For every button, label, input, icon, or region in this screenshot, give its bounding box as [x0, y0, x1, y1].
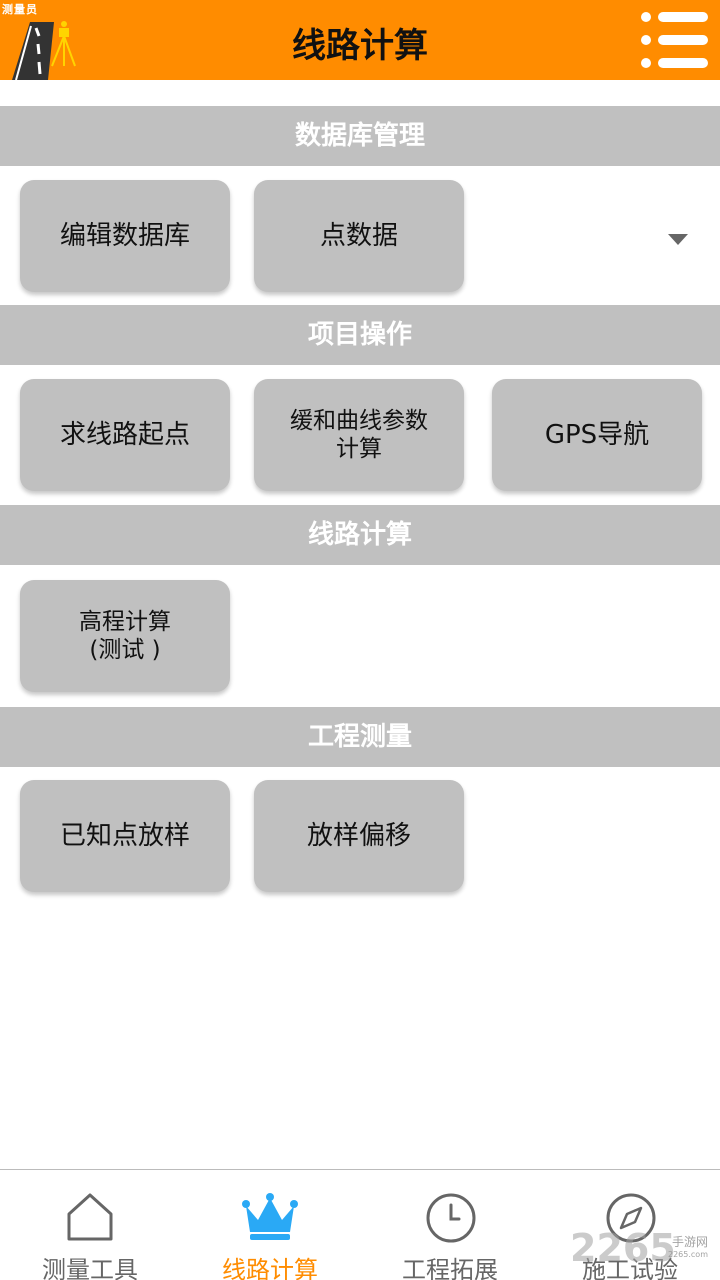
clock-icon	[426, 1193, 476, 1243]
button-label: 点数据	[319, 221, 398, 251]
edit-database-button[interactable]: 编辑数据库	[20, 180, 230, 292]
menu-icon[interactable]	[638, 10, 712, 70]
nav-label: 工程拓展	[402, 1256, 498, 1280]
logo-caption: 测量员	[2, 3, 38, 16]
elevation-calc-button[interactable]: 高程计算 (测试 )	[20, 580, 230, 692]
stakeout-offset-button[interactable]: 放样偏移	[254, 780, 464, 892]
gps-navigation-button[interactable]: GPS导航	[492, 379, 702, 491]
button-label-line2: (测试 )	[89, 637, 161, 663]
section-header-route-calc: 线路计算	[0, 505, 720, 565]
button-label-line1: 缓和曲线参数	[290, 408, 428, 434]
point-data-button[interactable]: 点数据	[254, 180, 464, 292]
watermark-logo: 2265	[570, 1226, 676, 1270]
button-label: 放样偏移	[306, 821, 411, 851]
home-icon	[67, 1193, 113, 1241]
nav-tab-engineering-ext[interactable]: 工程拓展	[360, 1170, 540, 1280]
nav-label: 测量工具	[42, 1256, 138, 1280]
route-start-button[interactable]: 求线路起点	[20, 379, 230, 491]
nav-tab-survey-tools[interactable]: 测量工具	[0, 1170, 180, 1280]
button-label: 已知点放样	[59, 821, 190, 851]
top-app-bar: 测量员 线路计算	[0, 0, 720, 81]
crown-icon	[242, 1193, 298, 1240]
watermark-url: 2265.com	[668, 1250, 708, 1259]
button-label-line1: 高程计算	[79, 609, 171, 635]
button-label: 编辑数据库	[59, 221, 190, 251]
nav-tab-route-calc[interactable]: 线路计算	[180, 1170, 360, 1280]
nav-label: 线路计算	[222, 1256, 318, 1280]
section-header-project: 项目操作	[0, 305, 720, 365]
button-label-line2: 计算	[336, 436, 382, 462]
button-label: GPS导航	[544, 420, 650, 450]
button-label: 求线路起点	[59, 420, 190, 450]
section-header-engineering-survey: 工程测量	[0, 707, 720, 767]
page-title: 线路计算	[292, 26, 428, 66]
section-header-database: 数据库管理	[0, 106, 720, 166]
watermark-caption: 手游网	[672, 1235, 709, 1249]
known-point-stakeout-button[interactable]: 已知点放样	[20, 780, 230, 892]
transition-curve-button[interactable]: 缓和曲线参数 计算	[254, 379, 464, 491]
caret-down-icon[interactable]	[668, 234, 688, 245]
